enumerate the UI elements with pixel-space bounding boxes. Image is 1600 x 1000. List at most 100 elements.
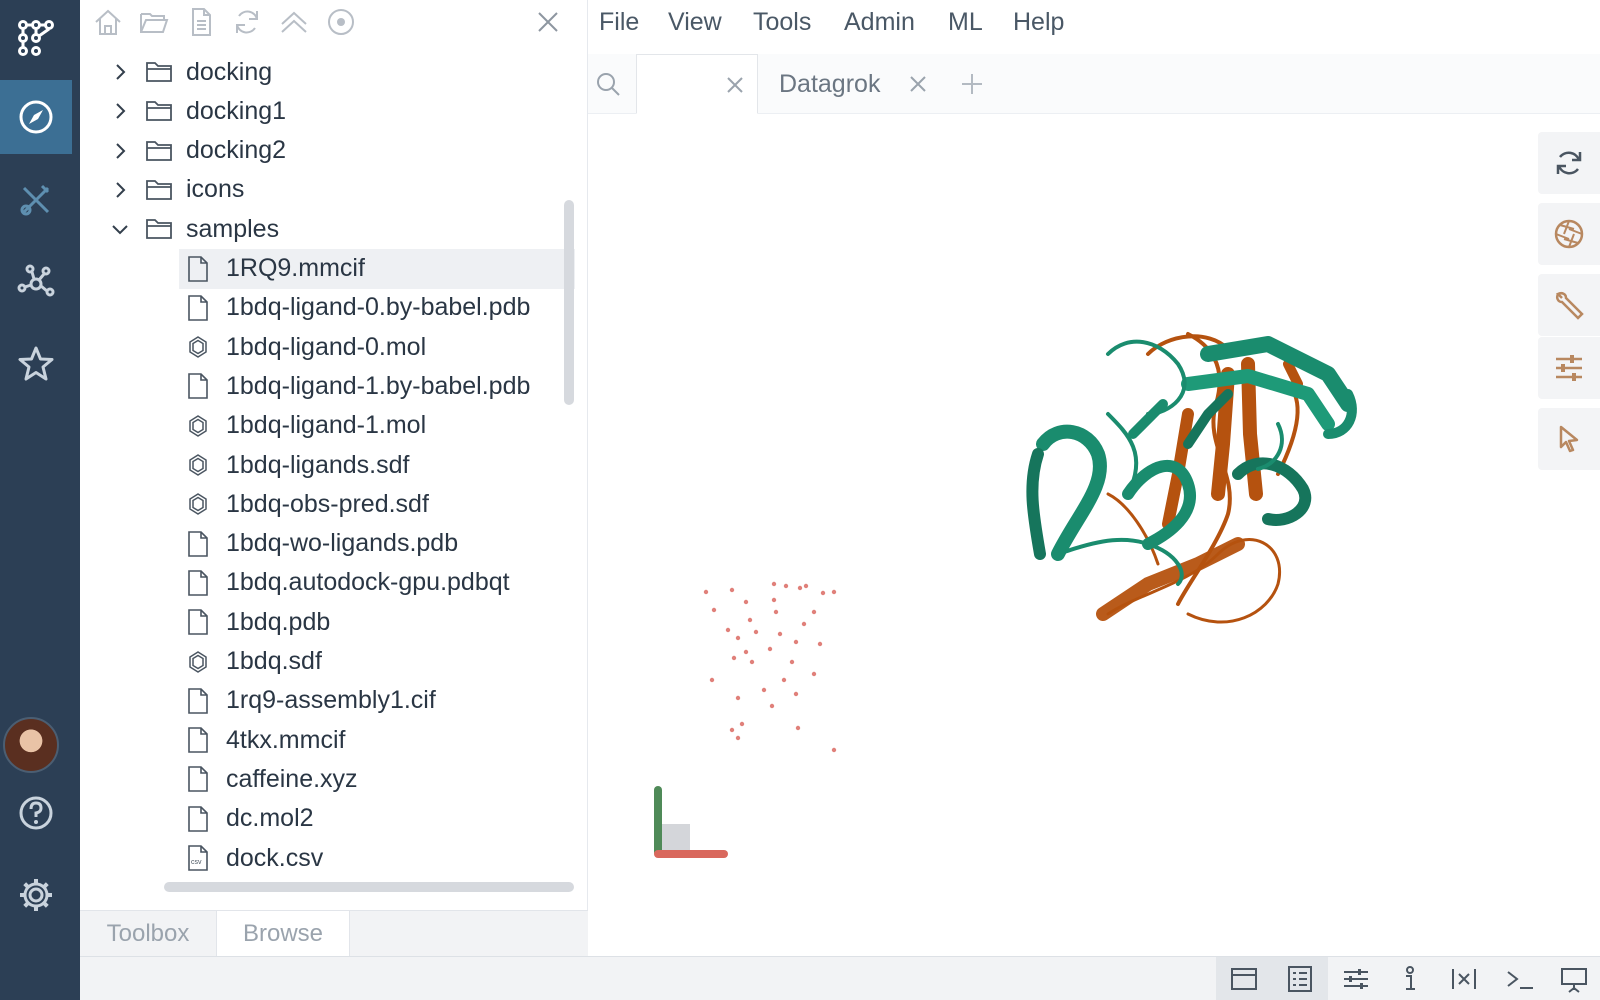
- filters-icon[interactable]: [1328, 957, 1384, 1000]
- tree-folder-2[interactable]: docking2: [80, 131, 580, 171]
- tree-folder-1[interactable]: docking1: [80, 91, 580, 131]
- user-avatar[interactable]: [3, 717, 59, 773]
- add-tab-icon[interactable]: [954, 54, 990, 114]
- menu-view[interactable]: View: [668, 8, 722, 37]
- tree-file-label: 1rq9-assembly1.cif: [226, 686, 436, 715]
- molecule-icon: [189, 336, 207, 358]
- tab-3d-view[interactable]: [636, 54, 758, 114]
- protein-structure-render[interactable]: [588, 114, 1600, 956]
- tree-file-label: 1bdq-obs-pred.sdf: [226, 489, 429, 518]
- file-icon: [188, 805, 208, 832]
- tree-file-15[interactable]: csv dock.csv: [80, 838, 580, 878]
- tree-folder-label: docking2: [186, 136, 287, 165]
- reset-view-icon[interactable]: [1538, 132, 1600, 194]
- folder-icon: [146, 140, 172, 161]
- tree-file-9[interactable]: 1bdq.pdb: [80, 602, 580, 642]
- tree-folder-label: docking1: [186, 96, 287, 125]
- tree-file-3[interactable]: 1bdq-ligand-1.by-babel.pdb: [80, 366, 580, 406]
- close-tab-icon[interactable]: [725, 75, 745, 95]
- refresh-icon[interactable]: [229, 4, 265, 40]
- search-icon[interactable]: [590, 54, 626, 114]
- chevron-right-icon[interactable]: [110, 62, 130, 82]
- properties-list-icon[interactable]: [1272, 957, 1328, 1000]
- tree-file-4[interactable]: 1bdq-ligand-1.mol: [80, 406, 580, 446]
- home-icon[interactable]: [90, 4, 126, 40]
- camera-aperture-icon[interactable]: [1538, 203, 1600, 265]
- molecule-icon: [189, 650, 207, 673]
- tree-folder-0[interactable]: docking: [80, 52, 580, 92]
- tree-file-8[interactable]: 1bdq.autodock-gpu.pdbqt: [80, 563, 580, 603]
- settings-sliders-icon[interactable]: [1538, 337, 1600, 399]
- tree-file-7[interactable]: 1bdq-wo-ligands.pdb: [80, 524, 580, 564]
- axes-indicator: [654, 786, 728, 858]
- favorites-star-icon[interactable]: [0, 327, 72, 401]
- tree-file-label: dock.csv: [226, 843, 324, 872]
- browse-toolbar: [80, 0, 588, 44]
- tree-file-2[interactable]: 1bdq-ligand-0.mol: [80, 327, 580, 367]
- file-icon: [188, 570, 208, 596]
- file-icon: [188, 530, 208, 557]
- tree-folder-4[interactable]: samples: [80, 209, 580, 249]
- file-icon: [188, 727, 208, 753]
- folder-icon: [146, 62, 172, 82]
- tree-folder-label: docking: [186, 57, 273, 86]
- tree-vertical-scrollbar[interactable]: [564, 200, 574, 405]
- tree-file-label: 1bdq-ligands.sdf: [226, 450, 410, 479]
- folder-icon: [146, 101, 172, 122]
- tree-file-11[interactable]: 1rq9-assembly1.cif: [80, 681, 580, 721]
- tree-folder-3[interactable]: icons: [80, 170, 580, 210]
- browse-panel: docking docking1 docking2 icons samples 1RQ9.…: [80, 0, 588, 956]
- tree-file-5[interactable]: 1bdq-ligands.sdf: [80, 445, 580, 485]
- chevron-right-icon[interactable]: [110, 101, 130, 121]
- chevron-right-icon[interactable]: [110, 180, 130, 200]
- tree-file-14[interactable]: dc.mol2: [80, 799, 580, 839]
- wrench-icon[interactable]: [1538, 274, 1600, 336]
- main-sidebar: [0, 0, 80, 1000]
- menu-admin[interactable]: Admin: [844, 8, 915, 37]
- tree-file-12[interactable]: 4tkx.mmcif: [80, 720, 580, 760]
- pointer-icon[interactable]: [1538, 408, 1600, 470]
- target-icon[interactable]: [323, 4, 359, 40]
- tree-file-10[interactable]: 1bdq.sdf: [80, 642, 580, 682]
- functions-icon[interactable]: [0, 163, 72, 237]
- variables-icon[interactable]: [1436, 957, 1492, 1000]
- menu-help[interactable]: Help: [1013, 8, 1064, 37]
- molecule-icon: [189, 493, 207, 516]
- molecule-3d-viewer[interactable]: [588, 114, 1600, 956]
- menu-tools[interactable]: Tools: [753, 8, 811, 37]
- svg-text:csv: csv: [191, 859, 202, 866]
- chevron-right-icon[interactable]: [110, 141, 130, 161]
- tree-file-1[interactable]: 1bdq-ligand-0.by-babel.pdb: [80, 288, 580, 328]
- tree-file-label: 1bdq-ligand-1.by-babel.pdb: [226, 371, 531, 400]
- info-icon[interactable]: [1382, 957, 1438, 1000]
- console-icon[interactable]: [1492, 957, 1548, 1000]
- file-tree: docking docking1 docking2 icons samples 1RQ9.…: [80, 52, 580, 902]
- open-folder-icon[interactable]: [136, 4, 172, 40]
- tree-file-label: 1bdq.sdf: [226, 647, 322, 675]
- help-icon[interactable]: [0, 776, 72, 850]
- tree-file-label: 1bdq.pdb: [226, 607, 331, 636]
- layout-icon[interactable]: [1216, 957, 1272, 1000]
- network-icon[interactable]: [0, 245, 72, 319]
- file-icon[interactable]: [183, 4, 219, 40]
- presentation-icon[interactable]: [1546, 957, 1600, 1000]
- browse-compass-icon[interactable]: [0, 80, 72, 154]
- datagrok-logo-icon[interactable]: [0, 0, 72, 74]
- tab-datagrok[interactable]: Datagrok: [762, 54, 942, 114]
- menu-file[interactable]: File: [599, 8, 639, 37]
- close-tab-icon[interactable]: [908, 74, 928, 94]
- tree-file-label: dc.mol2: [226, 804, 314, 833]
- protein-chain-a: [1026, 336, 1357, 586]
- chevron-down-icon[interactable]: [110, 219, 130, 239]
- settings-gear-icon[interactable]: [0, 858, 72, 932]
- close-panel-icon[interactable]: [530, 4, 566, 40]
- tab-toolbox[interactable]: Toolbox: [80, 911, 216, 957]
- tree-file-13[interactable]: caffeine.xyz: [80, 759, 580, 799]
- collapse-up-icon[interactable]: [276, 4, 312, 40]
- tab-browse[interactable]: Browse: [216, 911, 350, 957]
- tree-file-6[interactable]: 1bdq-obs-pred.sdf: [80, 484, 580, 524]
- tree-horizontal-scrollbar[interactable]: [164, 882, 574, 892]
- file-icon: [188, 255, 208, 282]
- menu-ml[interactable]: ML: [948, 8, 983, 37]
- tree-file-0[interactable]: 1RQ9.mmcif: [179, 248, 575, 289]
